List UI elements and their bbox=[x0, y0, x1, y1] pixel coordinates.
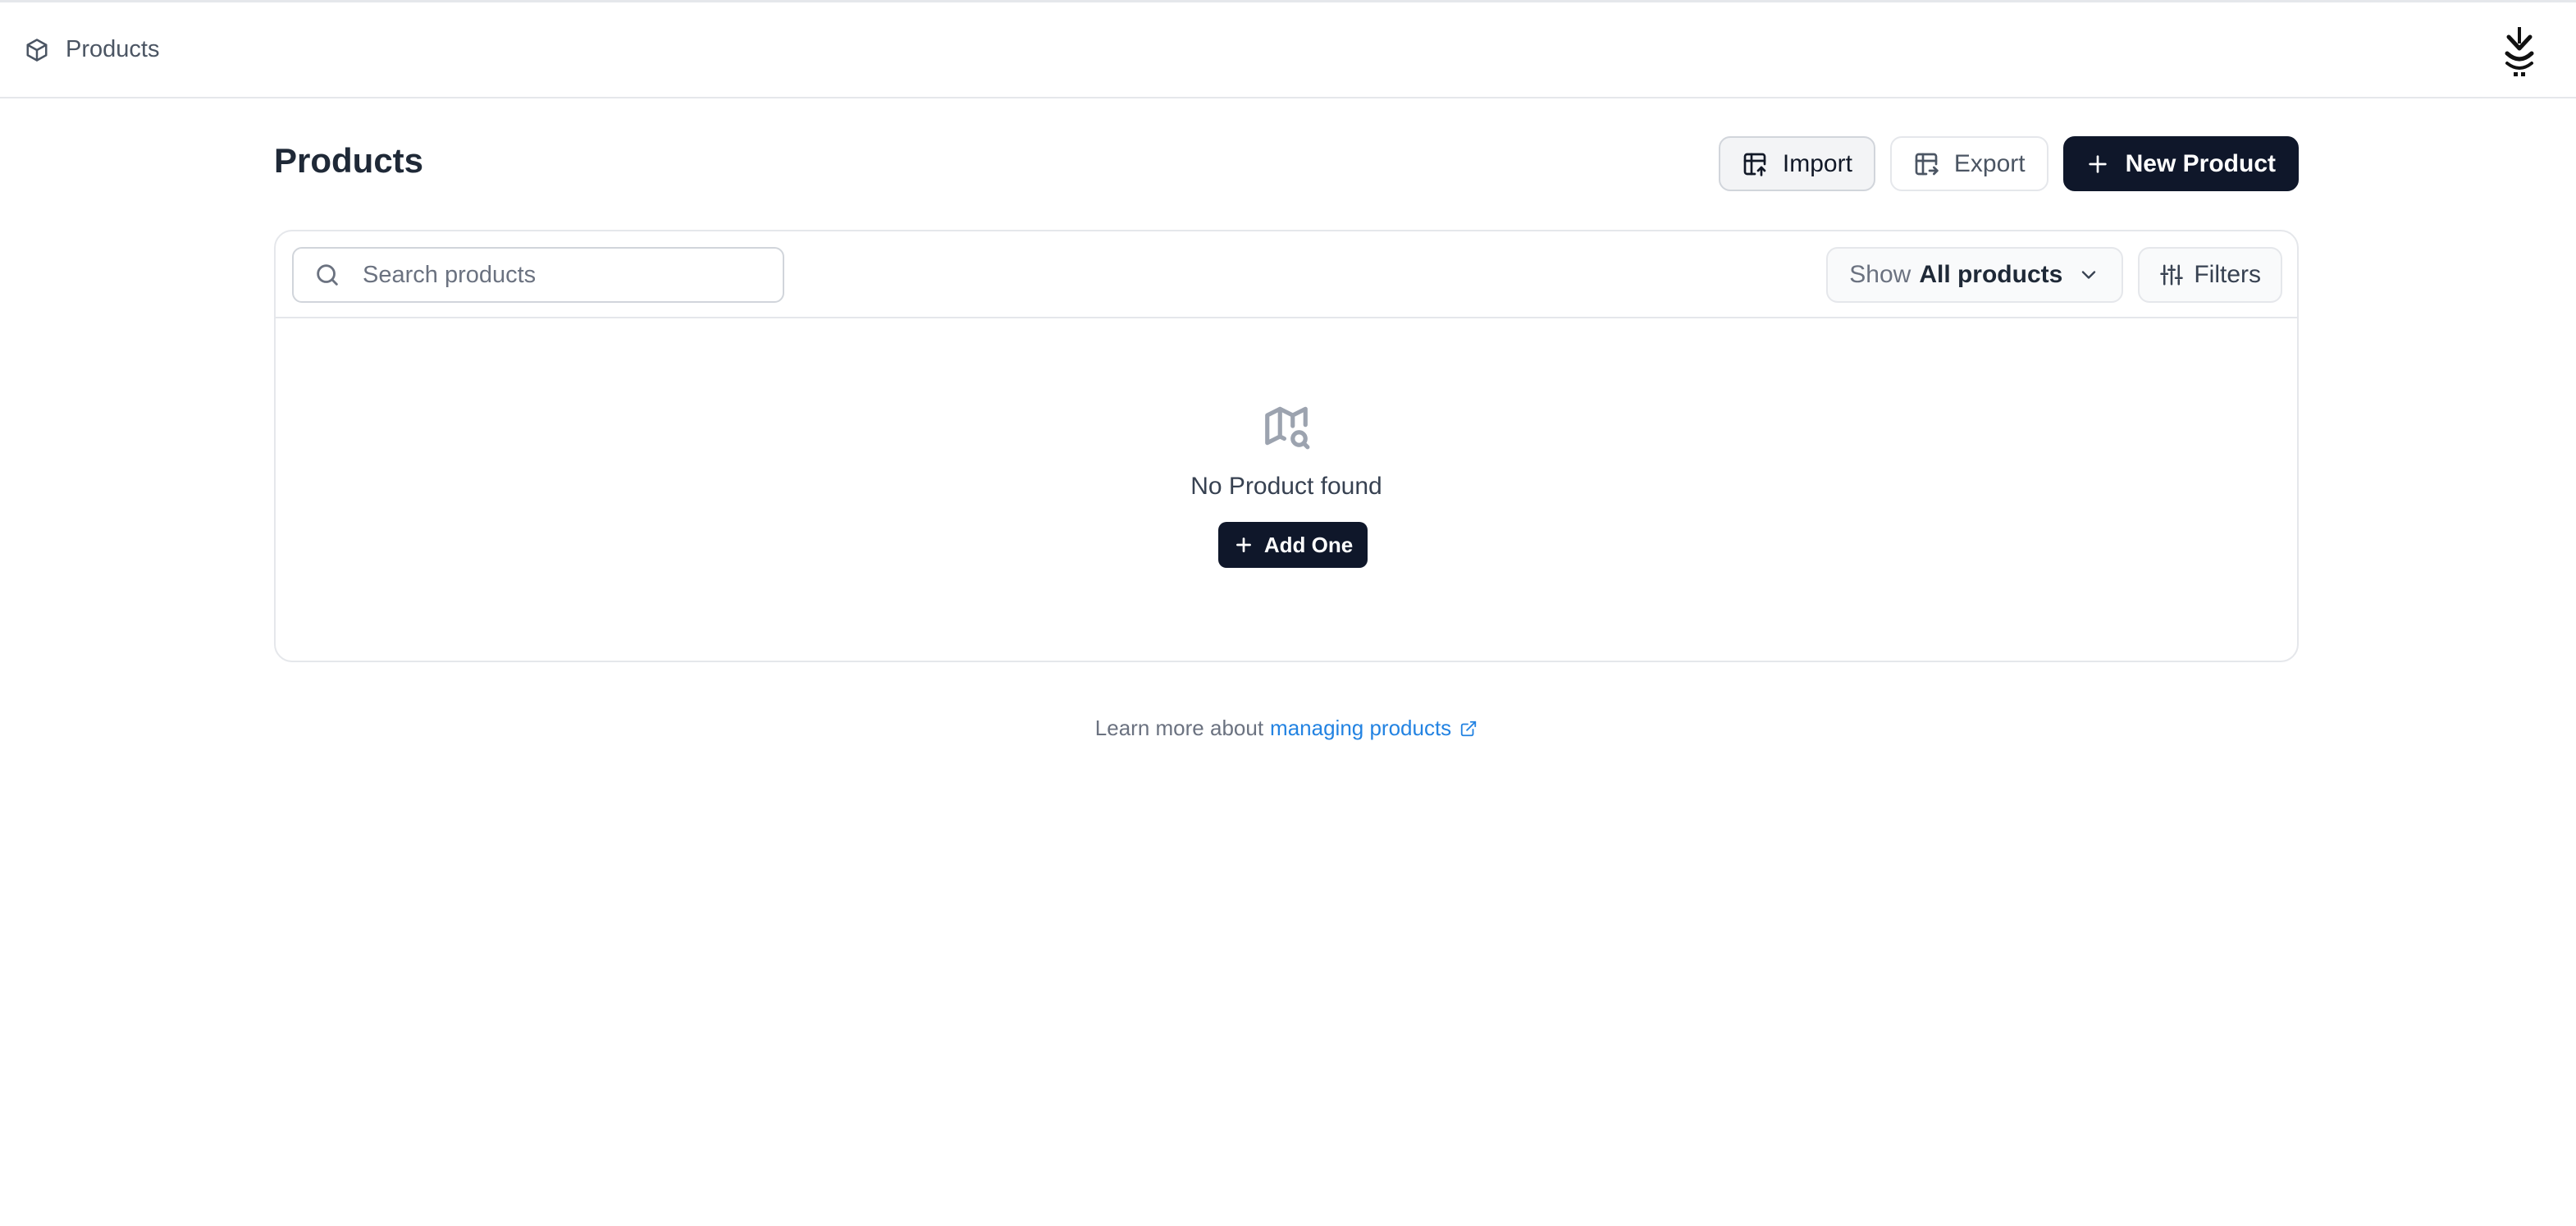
sliders-icon bbox=[2160, 264, 2184, 286]
empty-state: No Product found Add One bbox=[276, 318, 2297, 661]
external-link-icon[interactable] bbox=[1459, 720, 1478, 738]
map-search-icon bbox=[1265, 406, 1310, 450]
show-prefix: Show bbox=[1849, 261, 1911, 288]
cube-icon bbox=[26, 38, 48, 62]
export-button[interactable]: Export bbox=[1889, 136, 2048, 191]
import-label: Import bbox=[1782, 149, 1852, 177]
search-box[interactable] bbox=[292, 247, 784, 303]
import-button[interactable]: Import bbox=[1718, 136, 1875, 191]
search-input[interactable] bbox=[363, 261, 773, 289]
header-actions: Import Export New Product bbox=[1718, 136, 2299, 191]
toolbar-right: Show All products Filters bbox=[1826, 247, 2282, 303]
plus-icon bbox=[1235, 538, 1251, 552]
new-product-label: New Product bbox=[2125, 149, 2276, 177]
export-label: Export bbox=[1953, 149, 2026, 177]
breadcrumb[interactable]: Products bbox=[25, 36, 159, 63]
new-product-button[interactable]: New Product bbox=[2062, 136, 2299, 191]
app-logo-icon[interactable] bbox=[2502, 25, 2537, 80]
show-filter-select[interactable]: Show All products bbox=[1826, 247, 2124, 303]
breadcrumb-label: Products bbox=[66, 36, 160, 62]
add-one-label: Add One bbox=[1263, 532, 1354, 557]
learn-more: Learn more about managing products bbox=[0, 716, 2573, 741]
plus-icon bbox=[2088, 154, 2107, 173]
show-value: All products bbox=[1919, 261, 2063, 288]
search-icon bbox=[317, 264, 338, 286]
empty-message: No Product found bbox=[1190, 473, 1382, 500]
card-toolbar: Show All products Filters bbox=[276, 231, 2297, 318]
chevron-down-icon bbox=[2082, 271, 2096, 279]
managing-products-link[interactable]: managing products bbox=[1270, 716, 1451, 741]
page-title: Products bbox=[274, 141, 424, 180]
add-one-button[interactable]: Add One bbox=[1217, 522, 1368, 568]
learn-more-prefix: Learn more about bbox=[1094, 716, 1264, 740]
table-import-icon bbox=[1743, 153, 1766, 176]
top-bar: Products bbox=[0, 0, 2576, 98]
products-card: Show All products Filters bbox=[274, 230, 2299, 662]
filters-button[interactable]: Filters bbox=[2138, 247, 2282, 303]
filters-label: Filters bbox=[2194, 261, 2261, 288]
table-export-icon bbox=[1915, 153, 1939, 175]
